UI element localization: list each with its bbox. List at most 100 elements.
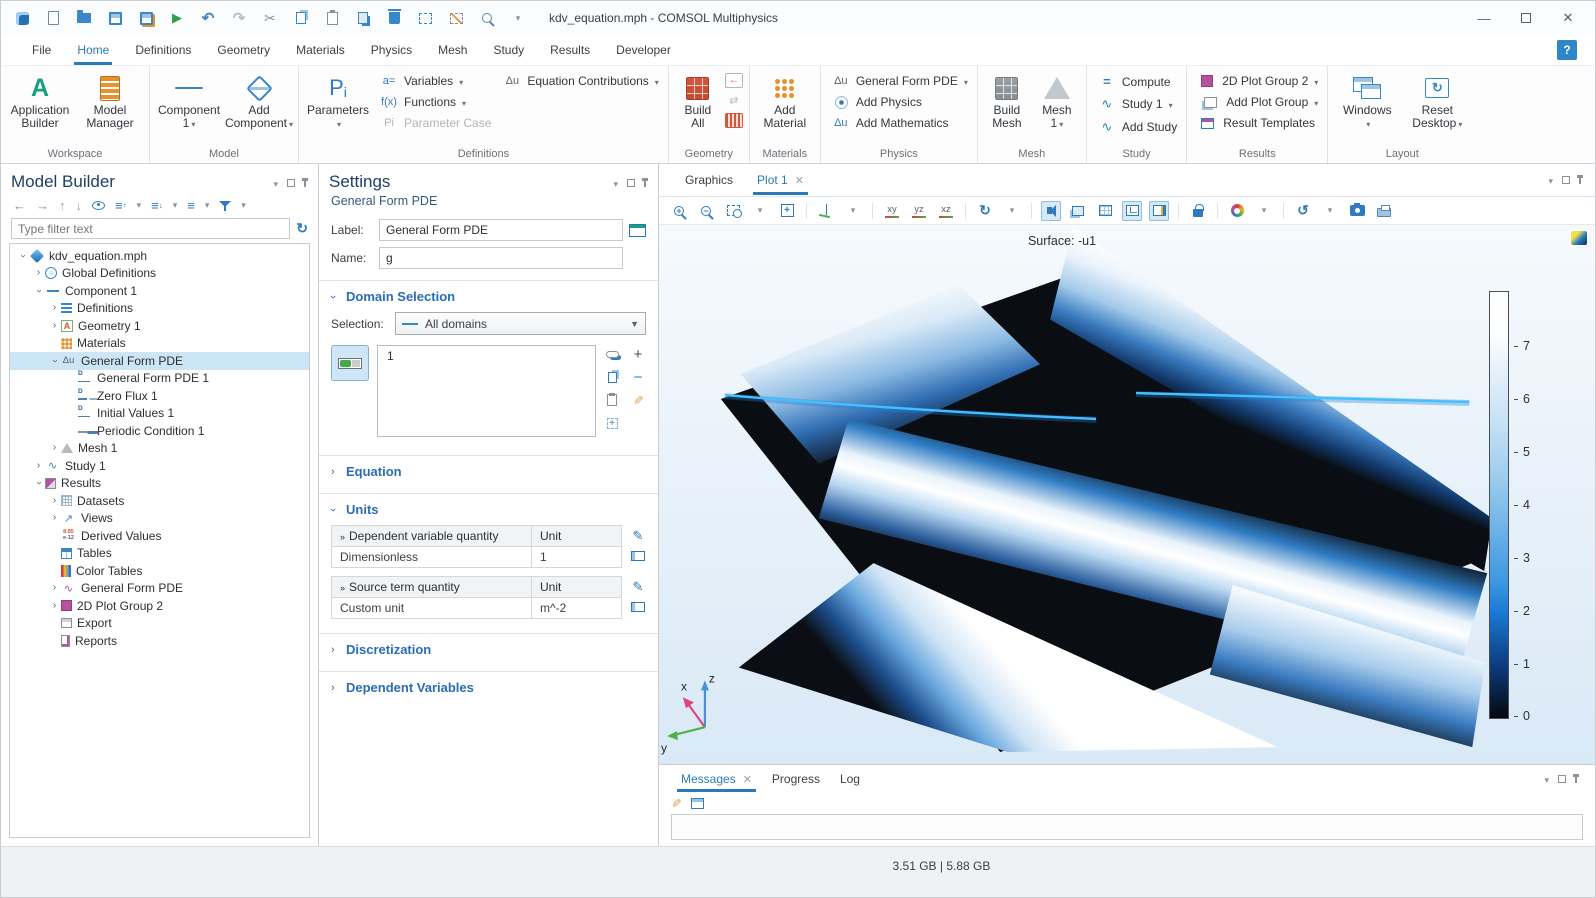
tree-item-tables[interactable]: Tables <box>10 545 309 563</box>
tree-item-reports[interactable]: Reports <box>10 632 309 650</box>
expander-icon[interactable] <box>48 321 61 331</box>
model-tree-nodes-icon[interactable] <box>187 198 195 213</box>
open-in-window-icon[interactable] <box>691 798 704 809</box>
result-templates-button[interactable]: Result Templates <box>1193 115 1321 131</box>
panel-pin-icon[interactable] <box>1575 775 1577 783</box>
label-input[interactable] <box>379 219 623 241</box>
lock-icon[interactable] <box>1188 201 1208 221</box>
messages-output[interactable] <box>671 814 1583 840</box>
parameters-button[interactable]: Parameters <box>305 70 371 133</box>
undo-icon[interactable] <box>199 9 217 27</box>
tree-item-color-tables[interactable]: Color Tables <box>10 562 309 580</box>
maximize-button[interactable] <box>1521 13 1531 23</box>
windows-button[interactable]: Windows <box>1334 70 1400 133</box>
default-view-icon[interactable] <box>816 201 836 221</box>
find-icon[interactable] <box>478 9 496 27</box>
tree-item-initial-values-1[interactable]: Initial Values 1 <box>10 405 309 423</box>
tree-item-views[interactable]: Views <box>10 510 309 528</box>
build-all-button[interactable]: Build All <box>675 70 721 132</box>
print-icon[interactable] <box>1374 201 1394 221</box>
build-mesh-button[interactable]: Build Mesh <box>984 70 1030 132</box>
menu-developer[interactable]: Developer <box>603 37 684 63</box>
define-unit-icon[interactable] <box>630 600 646 614</box>
panel-menu-icon[interactable] <box>1544 772 1549 786</box>
plot-group-2-dropdown[interactable]: 2D Plot Group 2 <box>1193 73 1321 89</box>
menu-results[interactable]: Results <box>537 37 603 63</box>
update-geometry-icon[interactable] <box>725 93 743 108</box>
panel-float-icon[interactable] <box>1562 176 1570 184</box>
tree-item-export[interactable]: Export <box>10 615 309 633</box>
remove-from-selection-icon[interactable] <box>630 370 646 384</box>
copy-selection-icon[interactable] <box>604 370 620 384</box>
domain-list[interactable]: 1 <box>377 345 596 437</box>
panel-pin-icon[interactable] <box>644 179 646 187</box>
edit-quantity-icon[interactable] <box>630 580 646 594</box>
panel-pin-icon[interactable] <box>304 179 306 187</box>
panel-float-icon[interactable] <box>287 179 295 187</box>
tree-item-results[interactable]: Results <box>10 475 309 493</box>
tree-item-derived-values[interactable]: Derived Values <box>10 527 309 545</box>
domain-list-item[interactable]: 1 <box>387 349 394 363</box>
expander-icon[interactable] <box>16 251 29 261</box>
section-equation[interactable]: Equation <box>319 456 658 485</box>
paste-selection-icon[interactable] <box>604 393 620 407</box>
rotate-icon[interactable] <box>975 201 995 221</box>
view-xz-icon[interactable]: xz <box>936 201 956 221</box>
tree-item-general-form-pde-1[interactable]: General Form PDE 1 <box>10 370 309 388</box>
partition-icon[interactable] <box>725 113 743 128</box>
functions-button[interactable]: Functions <box>375 94 494 110</box>
tree-item-datasets[interactable]: Datasets <box>10 492 309 510</box>
expander-icon[interactable] <box>48 303 61 313</box>
expander-icon[interactable] <box>48 583 61 593</box>
menu-file[interactable]: File <box>19 37 64 63</box>
compute-button[interactable]: Compute <box>1093 73 1180 90</box>
tree-item-materials[interactable]: Materials <box>10 335 309 353</box>
appearance-icon[interactable] <box>1227 201 1247 221</box>
component-1-button[interactable]: Component 1 <box>156 70 222 133</box>
view-dropdown-icon[interactable] <box>843 201 863 221</box>
zoom-box-icon[interactable] <box>723 201 743 221</box>
edit-quantity-icon[interactable] <box>630 529 646 543</box>
scene-light-icon[interactable] <box>1068 201 1088 221</box>
model-manager-button[interactable]: Model Manager <box>77 70 143 132</box>
tab-plot-1[interactable]: Plot 1✕ <box>745 165 816 195</box>
reset-desktop-button[interactable]: Reset Desktop <box>1404 70 1470 133</box>
menu-study[interactable]: Study <box>480 37 537 63</box>
expander-icon[interactable] <box>48 496 61 506</box>
menu-mesh[interactable]: Mesh <box>425 37 480 63</box>
collapse-all-icon[interactable] <box>115 198 127 213</box>
new-file-icon[interactable] <box>44 9 62 27</box>
add-component-button[interactable]: Add Component <box>226 70 292 133</box>
plot-canvas[interactable]: z x y Surface: -u1 7 6 5 4 3 2 1 0 <box>659 225 1595 764</box>
snapshot-icon[interactable] <box>1347 201 1367 221</box>
zoom-dropdown-icon[interactable] <box>750 201 770 221</box>
expander-icon[interactable] <box>48 356 61 366</box>
menu-home[interactable]: Home <box>64 37 122 63</box>
redo-icon[interactable] <box>230 9 248 27</box>
expander-icon[interactable] <box>48 443 61 453</box>
select-box-icon[interactable] <box>416 9 434 27</box>
add-plot-group-button[interactable]: Add Plot Group <box>1193 94 1321 110</box>
filter-dropdown-icon[interactable] <box>241 200 246 211</box>
tab-graphics[interactable]: Graphics <box>673 165 745 195</box>
view-yz-icon[interactable]: yz <box>909 201 929 221</box>
run-icon[interactable] <box>168 9 186 27</box>
tree-item-general-form-pde-plot[interactable]: General Form PDE <box>10 580 309 598</box>
appearance-dropdown-icon[interactable] <box>1254 201 1274 221</box>
zoom-extents-icon[interactable] <box>777 201 797 221</box>
panel-float-icon[interactable] <box>627 179 635 187</box>
save-icon[interactable] <box>106 9 124 27</box>
zoom-in-icon[interactable] <box>669 201 689 221</box>
axes-toggle-icon[interactable] <box>1122 201 1142 221</box>
open-icon[interactable] <box>75 9 93 27</box>
dependent-quantity-cell[interactable]: Dimensionless <box>332 547 532 568</box>
nodes-dropdown-icon[interactable] <box>205 200 210 211</box>
mesh-1-button[interactable]: Mesh 1 <box>1034 70 1080 133</box>
clear-selection-icon[interactable] <box>630 393 646 407</box>
forward-icon[interactable]: → <box>36 198 49 213</box>
section-discretization[interactable]: Discretization <box>319 634 658 663</box>
add-mathematics-button[interactable]: Add Mathematics <box>827 115 971 131</box>
move-down-icon[interactable]: ↓ <box>76 198 83 213</box>
expander-icon[interactable] <box>32 286 45 296</box>
close-tab-icon[interactable]: ✕ <box>795 174 804 187</box>
